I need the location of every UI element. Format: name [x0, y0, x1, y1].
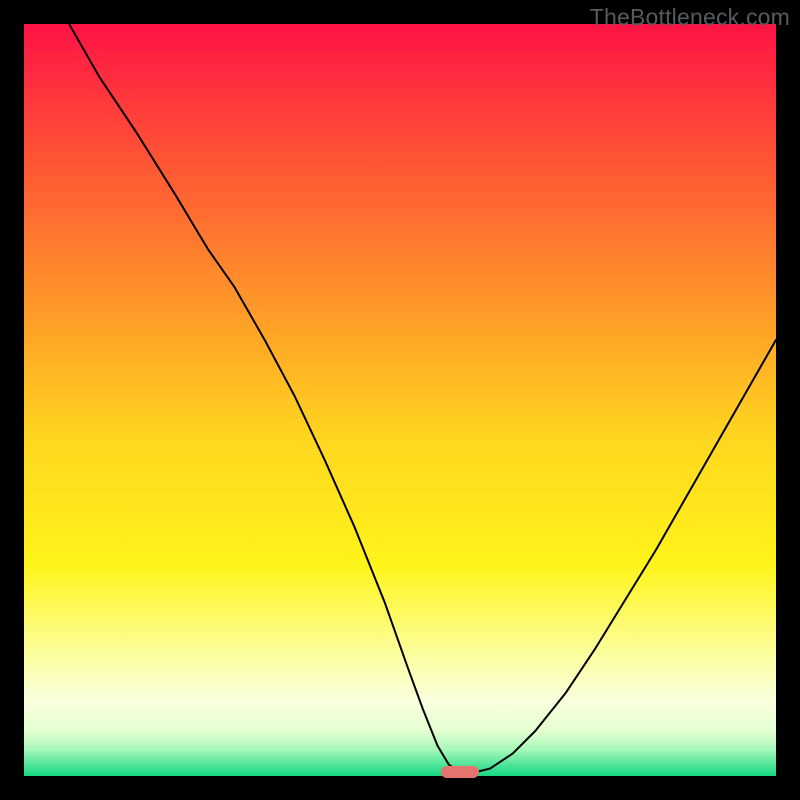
watermark-text: TheBottleneck.com: [590, 4, 790, 31]
chart-frame: TheBottleneck.com: [0, 0, 800, 800]
optimal-marker: [441, 766, 479, 778]
plot-area: [24, 24, 776, 776]
bottleneck-curve: [24, 24, 776, 776]
